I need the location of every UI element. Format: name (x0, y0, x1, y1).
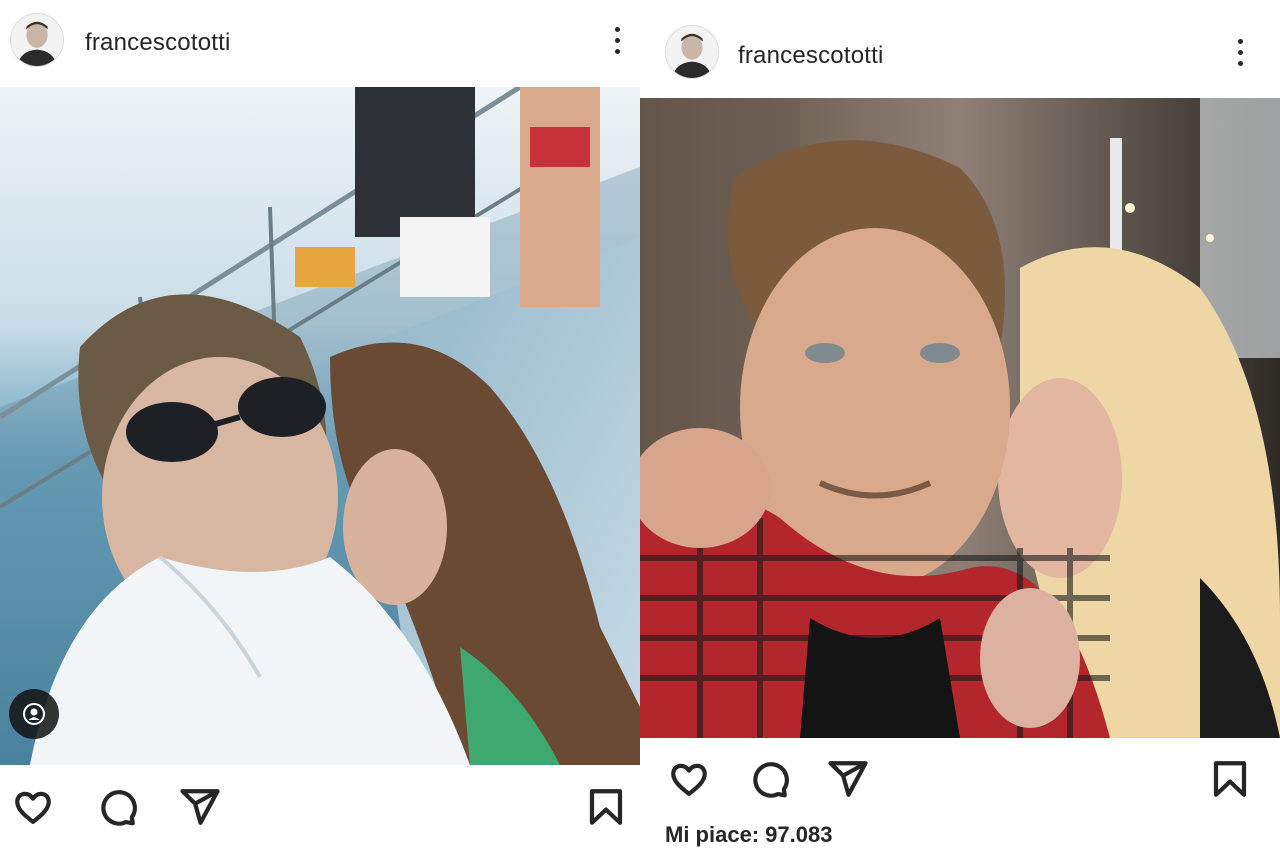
likes-label: Mi piace: (665, 822, 760, 847)
username[interactable]: francescototti (738, 42, 884, 70)
post-left: francescototti (0, 0, 640, 850)
more-options-icon[interactable] (605, 20, 629, 60)
comment-icon[interactable] (92, 782, 142, 832)
share-icon[interactable] (823, 754, 873, 804)
heart-icon[interactable] (664, 754, 714, 804)
post-photo[interactable] (640, 98, 1280, 738)
avatar[interactable] (665, 25, 719, 79)
heart-icon[interactable] (8, 782, 58, 832)
post-header: francescototti (640, 12, 1280, 98)
share-icon[interactable] (175, 782, 225, 832)
comment-icon[interactable] (744, 754, 794, 804)
bookmark-icon[interactable] (581, 782, 631, 832)
post-header: francescototti (0, 0, 640, 87)
likes-number: 97.083 (765, 822, 833, 847)
post-actions (640, 750, 1280, 810)
bookmark-icon[interactable] (1205, 754, 1255, 804)
more-options-icon[interactable] (1228, 32, 1252, 72)
user-tag-icon[interactable] (9, 689, 59, 739)
post-photo[interactable] (0, 87, 640, 765)
username[interactable]: francescototti (85, 29, 231, 57)
post-actions (0, 778, 640, 838)
post-right: francescototti Mi piace: 97.083 (640, 0, 1280, 850)
likes-count[interactable]: Mi piace: 97.083 (665, 822, 832, 848)
avatar[interactable] (10, 13, 64, 67)
